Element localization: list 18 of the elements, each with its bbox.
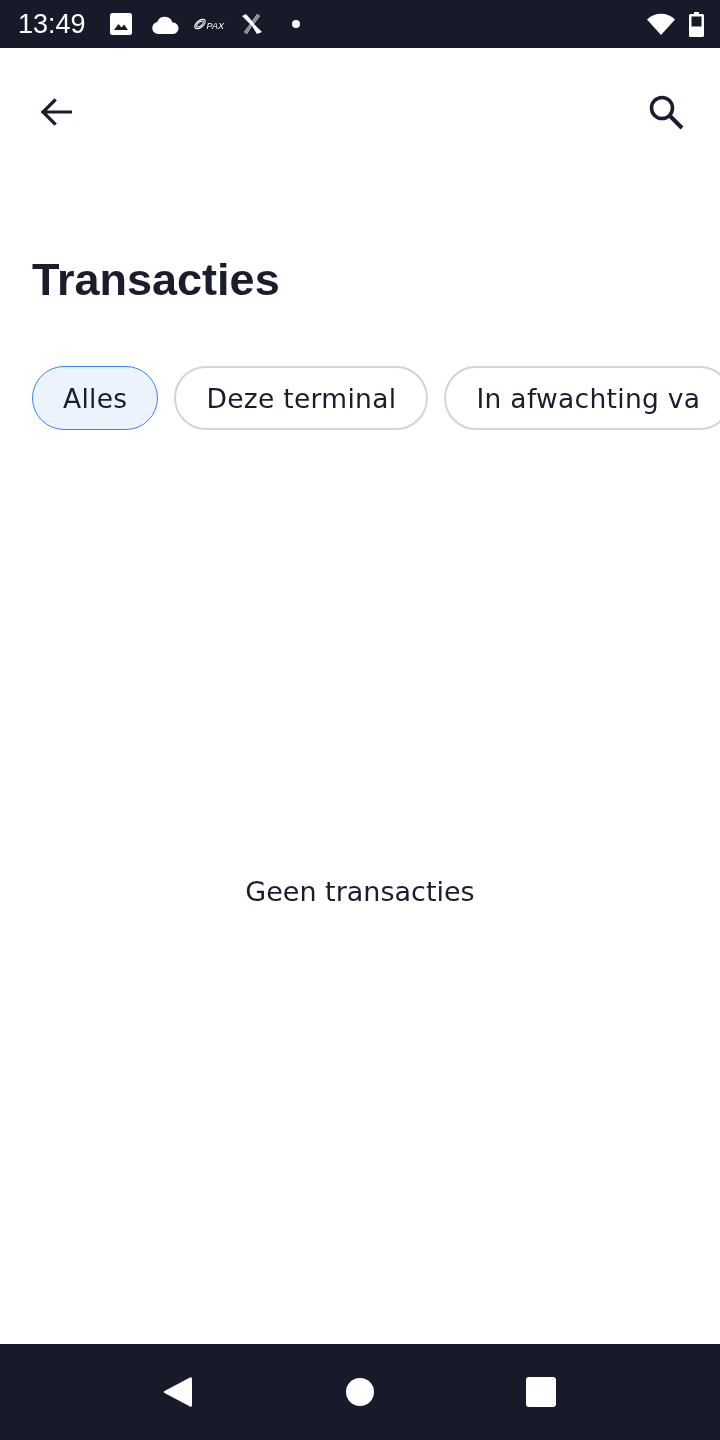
filter-chip[interactable]: Alles bbox=[32, 366, 159, 430]
search-icon bbox=[648, 94, 684, 130]
status-time: 13:49 bbox=[18, 10, 86, 38]
notification-dot-icon bbox=[291, 20, 300, 28]
page-title: Transacties bbox=[32, 254, 280, 306]
logo-text: PAX bbox=[206, 21, 224, 31]
filter-chip[interactable]: Deze terminal bbox=[174, 366, 429, 430]
battery-icon bbox=[689, 11, 704, 37]
home-nav-icon[interactable] bbox=[344, 1377, 375, 1407]
back-nav-icon[interactable] bbox=[163, 1376, 193, 1408]
filter-chip[interactable]: In afwachting va bbox=[444, 366, 720, 430]
empty-state-message: Geen transacties bbox=[245, 875, 475, 909]
cloud-icon bbox=[150, 14, 179, 34]
image-icon bbox=[109, 13, 132, 35]
back-arrow-icon bbox=[40, 98, 72, 126]
wifi-icon bbox=[647, 13, 675, 35]
pinwheel-icon bbox=[241, 14, 262, 34]
loops-icon bbox=[192, 18, 207, 30]
